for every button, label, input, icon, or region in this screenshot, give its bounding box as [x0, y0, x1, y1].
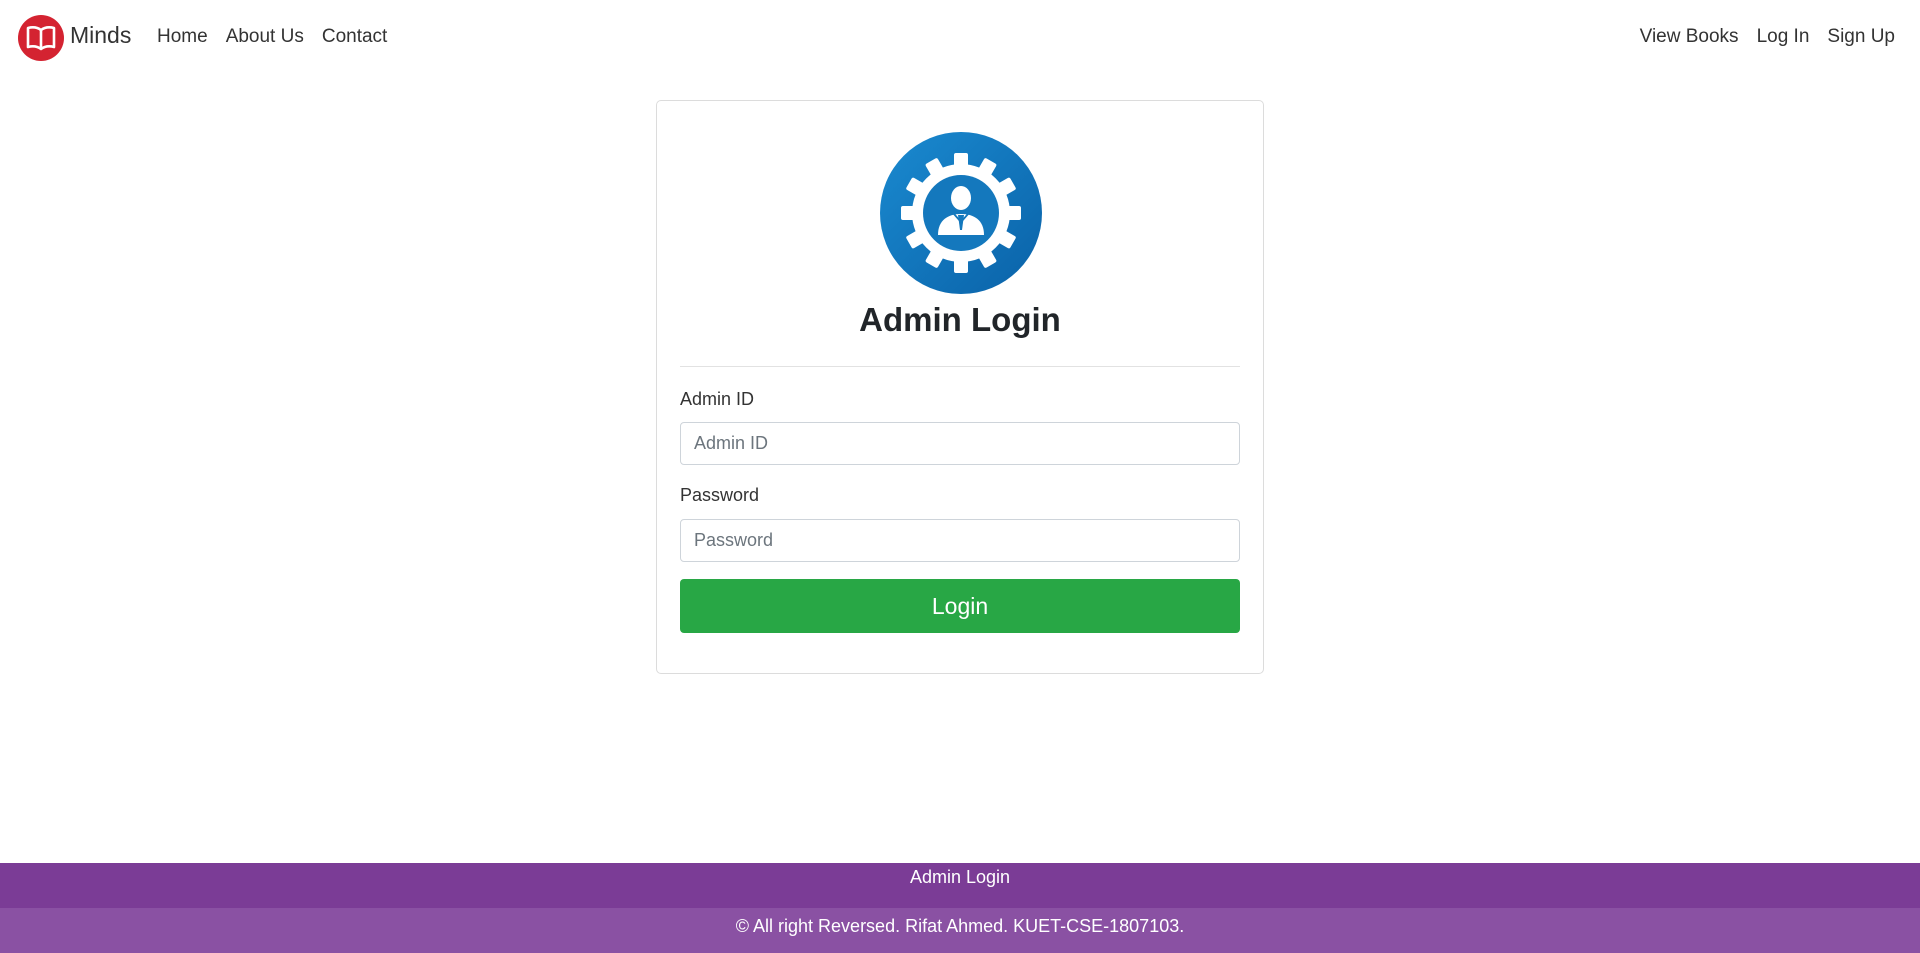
password-input[interactable] [680, 519, 1240, 562]
open-book-icon [18, 15, 64, 61]
footer-admin-login-link[interactable]: Admin Login [910, 867, 1010, 887]
login-button[interactable]: Login [680, 579, 1240, 633]
footer-top-bar: Admin Login [0, 863, 1920, 908]
nav-link-contact[interactable]: Contact [322, 26, 387, 48]
brand[interactable]: Minds [18, 15, 131, 61]
password-label: Password [680, 485, 760, 505]
nav-link-sign-up[interactable]: Sign Up [1827, 26, 1895, 48]
admin-id-input[interactable] [680, 422, 1240, 465]
nav-link-home[interactable]: Home [157, 26, 208, 48]
login-card: Admin Login Admin ID Password Login [656, 100, 1264, 674]
nav-link-log-in[interactable]: Log In [1757, 26, 1810, 48]
navbar: Minds Home About Us Contact View Books L… [0, 0, 1920, 76]
footer-copyright-bar: © All right Reversed. Rifat Ahmed. KUET-… [0, 908, 1920, 953]
admin-gear-user-icon [880, 132, 1042, 294]
copyright-text: © All right Reversed. Rifat Ahmed. KUET-… [735, 916, 1185, 936]
nav-link-about-us[interactable]: About Us [226, 26, 304, 48]
nav-right: View Books Log In Sign Up [1640, 26, 1895, 48]
title-divider [680, 366, 1240, 367]
page-title: Admin Login [859, 301, 1061, 338]
nav-left: Home About Us Contact [157, 26, 387, 48]
brand-name: Minds [70, 21, 132, 48]
admin-id-label: Admin ID [680, 389, 755, 409]
nav-link-view-books[interactable]: View Books [1640, 26, 1739, 48]
